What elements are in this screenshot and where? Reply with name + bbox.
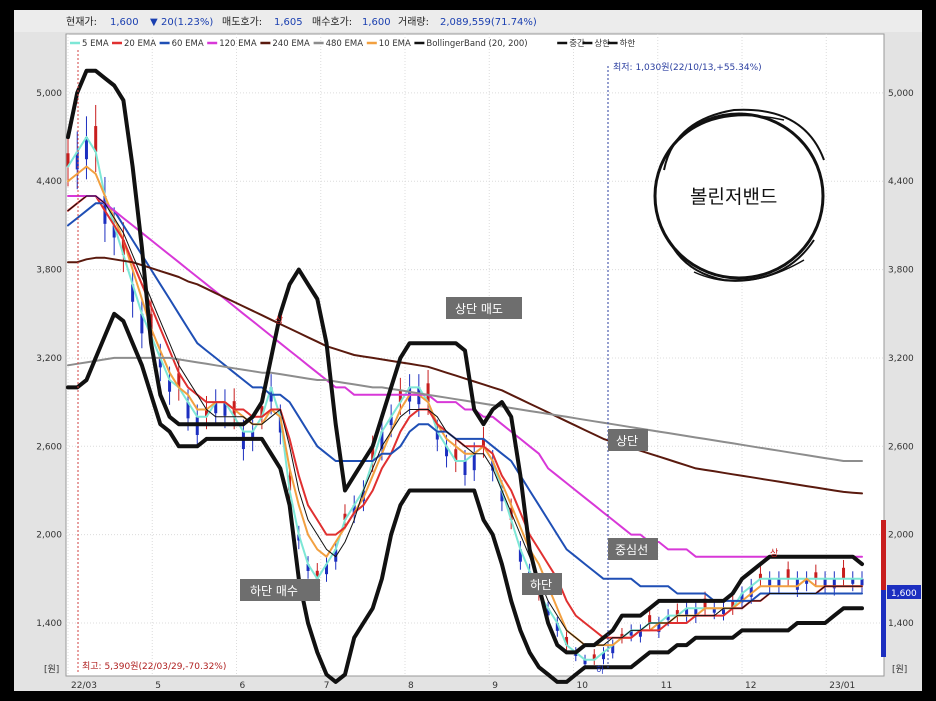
y-tick-label-right: 3,200 <box>888 354 914 364</box>
peak-marker: 상 <box>275 315 283 326</box>
high-label: 최고: 5,390원(22/03/29,-70.32%) <box>82 661 226 672</box>
y-tick-label-right: 5,000 <box>888 89 914 99</box>
current-price-tag-text: 1,600 <box>891 589 917 599</box>
x-tick-label: 22/03 <box>71 681 97 691</box>
candle-body <box>648 615 652 623</box>
chart-window: 현재가: 1,600 ▼ 20(1.23%) 매도호가: 1,605 매수호가:… <box>14 10 922 691</box>
bid-value: 1,600 <box>362 17 391 28</box>
unit-right: [원] <box>892 664 907 675</box>
x-tick-label: 7 <box>324 681 330 691</box>
y-tick-label-right: 4,400 <box>888 177 914 187</box>
change-value: 20(1.23%) <box>161 17 213 28</box>
candle-body <box>463 461 467 476</box>
volume-value: 2,089,559(71.74%) <box>440 17 537 28</box>
unit-left: [원] <box>44 664 59 675</box>
candle-body <box>472 453 476 471</box>
y-tick-label-right: 3,800 <box>888 266 914 276</box>
price-range-bar-low <box>881 590 886 657</box>
x-tick-label: 6 <box>240 681 246 691</box>
x-tick-label: 23/01 <box>829 681 855 691</box>
y-tick-label-left: 3,800 <box>36 266 62 276</box>
candle-body <box>842 567 846 579</box>
badge-text: 볼린저밴드 <box>690 186 777 208</box>
low-label: 최저: 1,030원(22/10/13,+55.34%) <box>613 62 762 73</box>
ask-label: 매도호가: <box>222 16 262 28</box>
x-tick-label: 10 <box>577 681 589 691</box>
y-tick-label-left: 5,000 <box>36 89 62 99</box>
centerline-text: 중심선 <box>615 543 648 557</box>
x-tick-label: 5 <box>155 681 161 691</box>
y-tick-label-left: 2,600 <box>36 442 62 452</box>
x-tick-label: 11 <box>661 681 672 691</box>
legend-label: 480 EMA <box>326 39 364 49</box>
bollinger-chart: 현재가: 1,600 ▼ 20(1.23%) 매도호가: 1,605 매수호가:… <box>14 10 922 691</box>
ask-value: 1,605 <box>274 17 303 28</box>
x-tick-label: 8 <box>408 681 414 691</box>
bid-label: 매수호가: <box>312 16 352 28</box>
volume-label: 거래량: <box>398 16 429 28</box>
upper-sell-text: 상단 매도 <box>455 302 503 316</box>
legend-label: 60 EMA <box>172 39 204 49</box>
y-axis-left: 1,400 2,000 2,600 3,200 3,800 4,400 5,000 <box>36 89 62 629</box>
legend-label: 120 EMA <box>219 39 257 49</box>
legend-label: 20 EMA <box>124 39 156 49</box>
y-axis-right: 1,400 2,000 2,600 3,200 3,800 4,400 5,000 <box>888 89 914 629</box>
y-tick-label-right: 2,600 <box>888 442 914 452</box>
lower-text: 하단 <box>530 578 552 592</box>
trough-marker: 하 <box>596 665 605 676</box>
legend-label: 10 EMA <box>379 39 411 49</box>
x-tick-label: 12 <box>745 681 756 691</box>
y-tick-label-left: 4,400 <box>36 177 62 187</box>
y-tick-label-left: 3,200 <box>36 354 62 364</box>
price-label: 현재가: <box>66 16 97 28</box>
legend-label: 240 EMA <box>272 39 310 49</box>
y-tick-label-right: 2,000 <box>888 531 914 541</box>
upper-text: 상단 <box>616 434 638 448</box>
candle-body <box>786 569 790 579</box>
legend-label: 하한 <box>620 38 636 49</box>
candle-body <box>94 126 98 152</box>
legend-label: 5 EMA <box>82 39 109 49</box>
peak-marker-2: 상 <box>770 548 778 559</box>
price-value: 1,600 <box>110 17 139 28</box>
x-axis: 22/03 5 6 7 8 9 10 11 12 23/01 <box>71 681 855 691</box>
legend-label: BollingerBand (20, 200) <box>426 39 527 49</box>
y-tick-label-left: 2,000 <box>36 531 62 541</box>
down-triangle-icon: ▼ <box>150 17 158 28</box>
lower-buy-text: 하단 매수 <box>250 584 298 598</box>
y-tick-label-right: 1,400 <box>888 619 914 629</box>
y-tick-label-left: 1,400 <box>36 619 62 629</box>
x-tick-label: 9 <box>492 681 498 691</box>
